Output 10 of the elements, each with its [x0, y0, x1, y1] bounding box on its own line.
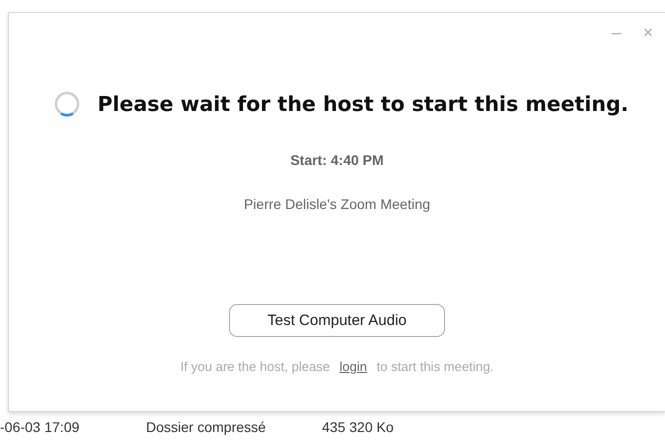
waiting-message: Please wait for the host to start this meeting. [98, 92, 628, 116]
host-login-hint: If you are the host, please login to start this meeting. [180, 359, 494, 374]
login-link[interactable]: login [340, 359, 367, 374]
meeting-name: Pierre Delisle's Zoom Meeting [244, 196, 430, 212]
test-audio-button[interactable]: Test Computer Audio [229, 304, 445, 337]
loading-spinner-icon [54, 91, 80, 117]
file-type: Dossier compressé [146, 419, 267, 435]
file-size: 435 320 Ko [322, 419, 394, 435]
start-time: Start: 4:40 PM [290, 152, 384, 168]
file-date: -06-03 17:09 [0, 419, 80, 435]
